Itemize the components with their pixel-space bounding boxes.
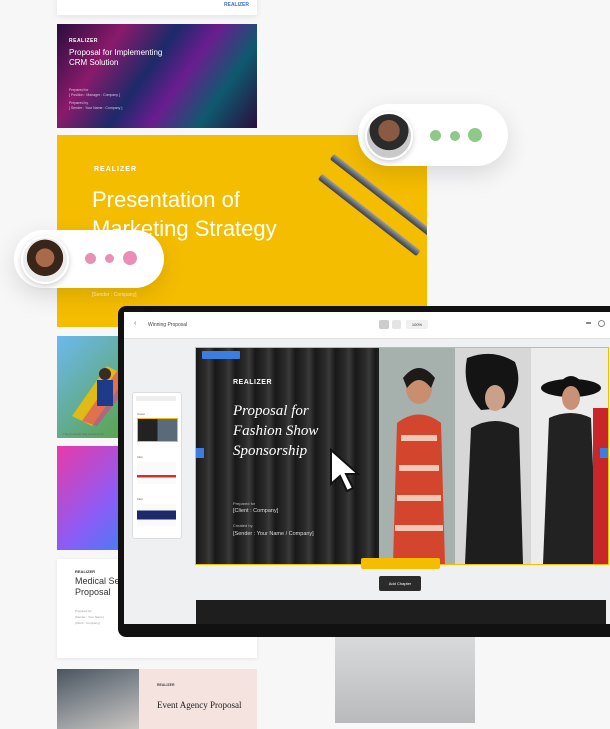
template-card-top[interactable]: REALIZER — [57, 0, 257, 15]
slide-nav-left-icon[interactable] — [196, 448, 204, 458]
slide-nav-right-icon[interactable] — [600, 448, 608, 458]
card-link[interactable]: REALIZER — [224, 2, 249, 8]
typing-dots-icon — [123, 251, 137, 265]
typing-dots-icon — [450, 131, 460, 141]
editor-screen: ‹ Winning Proposal 100% Cover Intro Intr… — [124, 312, 610, 624]
model-photo-2 — [455, 348, 531, 564]
back-arrow-icon[interactable]: ‹ — [134, 320, 136, 327]
settings-icon[interactable] — [598, 320, 605, 327]
panel-section-label: Intro — [137, 497, 144, 501]
card-meta-value: [ Sender : Your Name : Company ] — [69, 106, 123, 110]
card-title: Event Agency Proposal — [157, 700, 242, 710]
typing-dots-icon — [105, 254, 114, 263]
typing-dots-icon — [430, 130, 441, 141]
chat-bubble-woman — [14, 230, 164, 288]
slide-edit-toolbar[interactable] — [202, 351, 240, 359]
panel-section-label: Intro — [137, 455, 144, 459]
model-figure — [393, 368, 445, 564]
venue-photo — [57, 669, 139, 729]
model-figure — [465, 353, 523, 564]
fashion-slide[interactable]: REALIZER Proposal for Fashion Show Spons… — [195, 347, 609, 565]
card-brand: REALIZER — [157, 683, 175, 687]
card-meta: [Sender : Your Name] — [75, 615, 104, 619]
template-card-crm[interactable]: REALIZER Proposal for Implementing CRM S… — [57, 24, 257, 128]
card-sender: [Sender : Company] — [92, 292, 137, 298]
chat-bubble-man — [358, 104, 508, 166]
window-title: Winning Proposal — [148, 322, 188, 328]
device-toggle-icon[interactable] — [379, 320, 389, 329]
card-brand: REALIZER — [94, 166, 137, 173]
typing-dots-icon — [85, 253, 96, 264]
slide-thumbnail[interactable] — [137, 462, 176, 484]
zoom-select[interactable]: 100% — [406, 320, 428, 329]
slide-meta-value: [Sender : Your Name / Company] — [233, 531, 314, 537]
chapters-panel: Cover Intro Intro — [132, 392, 182, 539]
next-slide-preview[interactable] — [196, 600, 606, 624]
slide-brand: REALIZER — [233, 379, 272, 386]
slide-format-toolbar[interactable] — [361, 558, 440, 569]
slide-thumbnail[interactable] — [137, 418, 178, 442]
model-figure — [541, 376, 608, 564]
slide-meta-value: [Client : Company] — [233, 508, 279, 514]
card-meta-value: [ Position : Manager : Company ] — [69, 93, 120, 97]
avatar — [21, 236, 69, 284]
model-photo-1 — [379, 348, 455, 564]
card-meta: [Client : Company] — [75, 621, 100, 625]
card-meta-label: Prepared by — [69, 101, 89, 105]
typing-dots-icon — [468, 128, 482, 142]
model-photo-3 — [531, 348, 608, 564]
avatar — [365, 112, 413, 160]
panel-toolbar — [136, 396, 176, 401]
monitor-stand — [335, 637, 475, 723]
device-toggle-icon[interactable] — [392, 320, 401, 329]
card-meta-label: Prepared for — [69, 88, 89, 92]
slide-meta-label: Prepared for — [233, 501, 256, 506]
add-chapter-button[interactable]: Add Chapter — [379, 576, 421, 591]
slide-meta-label: Created by — [233, 523, 253, 528]
card-caption: This proposal was prepared for — [63, 432, 105, 436]
template-card-event[interactable]: REALIZER Event Agency Proposal — [57, 669, 257, 729]
card-brand: REALIZER — [75, 569, 95, 574]
card-meta: Prepared for — [75, 609, 92, 613]
slide-thumbnail[interactable] — [137, 504, 176, 526]
card-brand: REALIZER — [69, 38, 98, 44]
panel-section-label: Cover — [137, 412, 146, 416]
cursor-arrow-icon — [330, 448, 361, 493]
editor-app-bar: ‹ Winning Proposal 100% — [124, 312, 610, 339]
minimize-icon[interactable] — [586, 322, 591, 324]
card-title: Proposal for Implementing CRM Solution — [69, 48, 163, 67]
